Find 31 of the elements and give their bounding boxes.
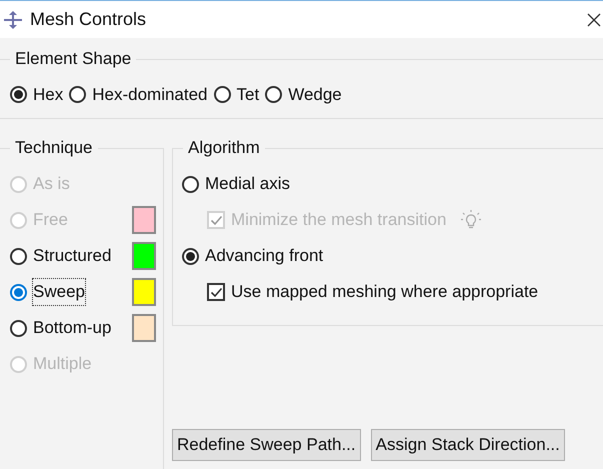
option-label: Medial axis (205, 173, 290, 196)
option-label: Use mapped meshing where appropriate (231, 281, 538, 304)
option-label: Tet (236, 84, 260, 106)
checkbox[interactable] (207, 283, 225, 301)
option-label: Free (33, 209, 68, 232)
option-label: Advancing front (205, 245, 324, 268)
action-button[interactable]: Redefine Sweep Path... (172, 429, 361, 461)
radio-button[interactable] (214, 86, 231, 104)
action-button[interactable]: Assign Stack Direction... (370, 429, 565, 461)
window-title: Mesh Controls (30, 8, 146, 31)
radio-button[interactable] (69, 86, 86, 104)
option-label: Bottom-up (33, 317, 112, 340)
radio-button[interactable] (10, 248, 27, 264)
option-label: Hex-dominated (92, 84, 208, 106)
radio-button[interactable] (182, 176, 199, 192)
option-label: Hex (33, 84, 64, 106)
app-icon (4, 10, 22, 28)
check-icon (210, 214, 222, 226)
radio-button[interactable] (265, 86, 282, 104)
radio-button[interactable] (10, 284, 27, 300)
option-label: Sweep (33, 279, 85, 305)
radio-button[interactable] (10, 86, 27, 104)
option-label: Wedge (288, 84, 342, 106)
option-label: Minimize the mesh transition (231, 209, 446, 232)
radio-button[interactable] (10, 320, 27, 336)
radio-button[interactable] (182, 248, 199, 264)
check-icon (210, 286, 222, 298)
option-label: As is (33, 173, 70, 196)
close-icon[interactable] (587, 12, 601, 26)
option-label: Multiple (33, 353, 92, 376)
option-label: Structured (33, 245, 112, 268)
